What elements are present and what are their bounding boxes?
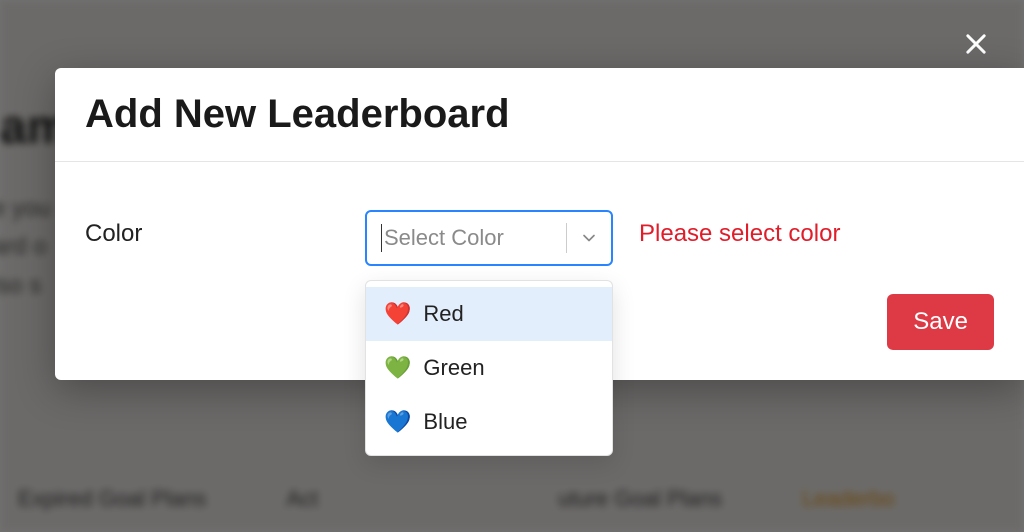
heart-green-icon: 💚 bbox=[384, 355, 411, 381]
color-option-green[interactable]: 💚 Green bbox=[366, 341, 612, 395]
heart-red-icon: ❤️ bbox=[384, 301, 411, 327]
close-icon bbox=[962, 30, 990, 63]
add-leaderboard-modal: Add New Leaderboard Color Select Color ❤… bbox=[55, 68, 1024, 380]
select-separator bbox=[566, 223, 567, 253]
color-select-wrap: Select Color ❤️ Red 💚 Green 💙 Blue bbox=[365, 210, 613, 266]
color-field-label: Color bbox=[85, 210, 345, 248]
color-validation-message: Please select color bbox=[639, 210, 840, 248]
color-option-blue[interactable]: 💙 Blue bbox=[366, 395, 612, 449]
color-option-label: Blue bbox=[423, 409, 467, 435]
color-select-placeholder: Select Color bbox=[384, 225, 556, 251]
color-dropdown-menu: ❤️ Red 💚 Green 💙 Blue bbox=[365, 280, 613, 456]
text-caret bbox=[381, 224, 382, 252]
modal-title: Add New Leaderboard bbox=[85, 92, 994, 137]
modal-header: Add New Leaderboard bbox=[55, 68, 1024, 162]
modal-body: Color Select Color ❤️ Red 💚 Green bbox=[55, 162, 1024, 294]
save-button[interactable]: Save bbox=[887, 294, 994, 350]
color-option-red[interactable]: ❤️ Red bbox=[366, 287, 612, 341]
heart-blue-icon: 💙 bbox=[384, 409, 411, 435]
chevron-down-icon[interactable] bbox=[577, 226, 601, 250]
close-button[interactable] bbox=[958, 28, 994, 64]
color-option-label: Red bbox=[423, 301, 463, 327]
color-option-label: Green bbox=[423, 355, 484, 381]
color-select[interactable]: Select Color bbox=[365, 210, 613, 266]
